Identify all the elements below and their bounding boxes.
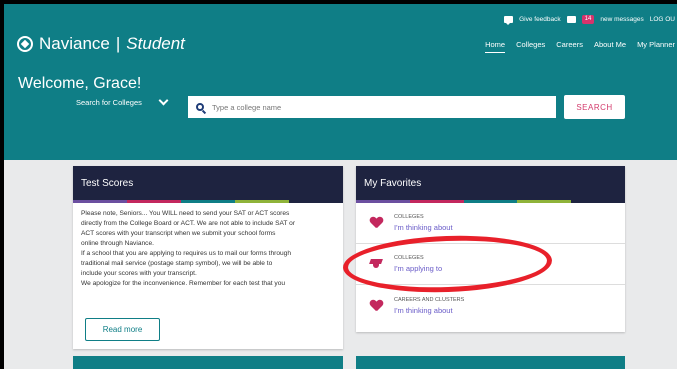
nav-about-me[interactable]: About Me	[594, 40, 626, 53]
body-line: We apologize for the inconvenience. Reme…	[81, 280, 286, 287]
message-count-badge[interactable]: 14	[581, 14, 595, 24]
nav-careers[interactable]: Careers	[556, 40, 583, 53]
logout-link[interactable]: LOG OU	[650, 16, 675, 23]
brand-logo[interactable]: Naviance | Student	[17, 34, 185, 54]
page: Give feedback 14 new messages LOG OU Nav…	[4, 4, 677, 369]
read-more-button[interactable]: Read more	[85, 318, 160, 341]
feedback-icon[interactable]	[504, 15, 514, 25]
favorite-link[interactable]: I'm thinking about	[394, 306, 464, 315]
main-nav: Home Colleges Careers About Me My Planne…	[485, 40, 677, 53]
body-line: traditional mail service (postage stamp …	[81, 260, 273, 267]
search-button[interactable]: SEARCH	[564, 95, 625, 119]
color-stripe	[73, 200, 343, 203]
give-feedback-link[interactable]: Give feedback	[519, 16, 561, 23]
hero-banner: Give feedback 14 new messages LOG OU Nav…	[4, 4, 677, 160]
mail-icon[interactable]	[566, 15, 576, 23]
search-icon	[196, 103, 204, 111]
chevron-down-icon	[158, 95, 169, 106]
test-scores-title: Test Scores	[73, 166, 343, 200]
search-type-label: Search for Colleges	[76, 98, 142, 107]
favorite-careers-thinking[interactable]: CAREERS AND CLUSTERS I'm thinking about	[356, 285, 625, 326]
body-line: If a school that you are applying to req…	[81, 250, 292, 257]
body-line: Please note, Seniors... You WILL need to…	[81, 210, 290, 217]
brand-name: Naviance	[39, 34, 110, 53]
body-line: ACT scores with your transcript when we …	[81, 230, 276, 237]
brand-sub: Student	[126, 34, 185, 53]
favorite-category: CAREERS AND CLUSTERS	[394, 296, 465, 303]
body-line: online through Naviance.	[81, 240, 154, 247]
lower-card-left	[73, 356, 343, 369]
test-scores-body: Please note, Seniors... You WILL need to…	[73, 203, 343, 309]
brand-separator: |	[115, 34, 121, 53]
body-line: include your scores with your transcript…	[81, 270, 197, 277]
favorite-link[interactable]: I'm thinking about	[394, 223, 453, 232]
utility-bar: Give feedback 14 new messages LOG OU	[504, 12, 677, 26]
search-type-dropdown[interactable]: Search for Colleges	[76, 95, 169, 107]
nav-home[interactable]: Home	[485, 40, 506, 53]
nav-my-planner[interactable]: My Planner	[637, 40, 675, 53]
lower-card-right	[356, 356, 625, 369]
compass-logo-icon	[17, 36, 33, 52]
test-scores-card: Test Scores Please note, Seniors... You …	[73, 166, 343, 349]
search-placeholder: Type a college name	[212, 102, 282, 112]
college-search-input[interactable]: Type a college name	[188, 96, 556, 118]
body-line: directly from the College Board or ACT. …	[81, 220, 296, 227]
heart-icon	[370, 300, 382, 312]
my-favorites-title: My Favorites	[356, 166, 625, 200]
nav-colleges[interactable]: Colleges	[516, 40, 545, 53]
welcome-heading: Welcome, Grace!	[18, 75, 142, 92]
favorite-category: COLLEGES	[394, 214, 424, 220]
heart-icon	[370, 217, 382, 229]
new-messages-link[interactable]: new messages	[600, 16, 643, 23]
